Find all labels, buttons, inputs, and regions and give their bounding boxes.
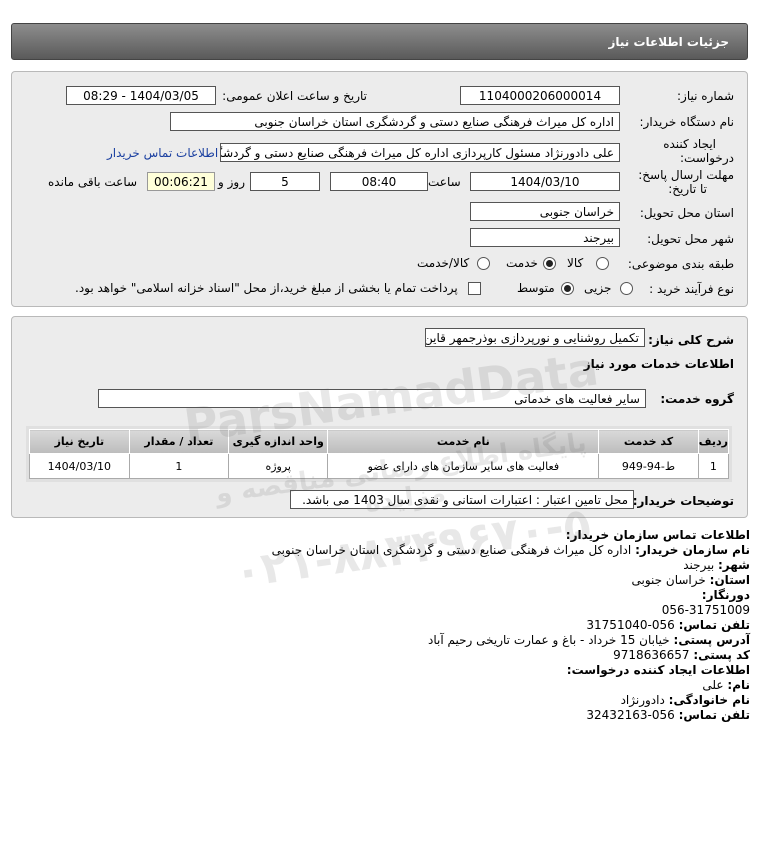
org-address-label: آدرس پستی:	[673, 633, 750, 647]
need-number-field: 1104000206000014	[460, 86, 620, 105]
process-medium-radio[interactable]	[561, 282, 574, 295]
org-name-value: اداره کل میراث فرهنگی صنایع دستی و گردشگ…	[271, 543, 632, 557]
org-phone-label: تلفن تماس:	[678, 618, 750, 632]
org-postal-label: کد پستی:	[693, 648, 750, 662]
announce-date-label: تاریخ و ساعت اعلان عمومی:	[222, 89, 367, 103]
province-field: خراسان جنوبی	[470, 202, 620, 221]
process-type-label: نوع فرآیند خرید :	[649, 282, 734, 296]
category-goods-service-radio[interactable]	[477, 257, 490, 270]
page-header: جزئیات اطلاعات نیاز	[11, 23, 748, 60]
province-label: استان محل تحویل:	[639, 206, 734, 220]
buyer-label: نام دستگاه خریدار:	[639, 115, 735, 129]
org-phone-value: 056-31751040	[586, 618, 675, 632]
process-partial-radio[interactable]	[620, 282, 633, 295]
org-province-row: استان: خراسان جنوبی	[30, 573, 750, 588]
category-goods-label: کالا	[567, 256, 584, 270]
creator-last-name-row: نام خانوادگی: دادورنژاد	[30, 693, 750, 708]
category-goods-service-label: کالا/خدمت	[417, 256, 470, 270]
org-city-row: شهر: بیرجند	[30, 558, 750, 573]
org-name-row: نام سازمان خریدار: اداره کل میراث فرهنگی…	[30, 543, 750, 558]
creator-first-name-label: نام:	[727, 678, 750, 692]
org-postal-row: کد پستی: 9718636657	[30, 648, 750, 663]
services-table: ردیف کد خدمت نام خدمت واحد اندازه گیری ت…	[29, 429, 730, 479]
creator-first-name-row: نام: علی	[30, 678, 750, 693]
buyer-notes-label: توضیحات خریدار:	[632, 494, 734, 508]
category-label: طبقه بندی موضوعی:	[627, 257, 734, 271]
service-group-field: سایر فعالیت های خدماتی	[98, 389, 646, 408]
category-service-radio[interactable]	[543, 257, 556, 270]
buyer-notes-field: محل تامین اعتبار : اعتبارات استانی و نقد…	[290, 490, 634, 509]
creator-phone-value: 056-32432163	[586, 708, 675, 722]
treasury-payment-checkbox[interactable]	[468, 282, 481, 295]
buyer-field: اداره کل میراث فرهنگی صنایع دستی و گردشگ…	[170, 112, 620, 131]
org-fax-value: 056-31751009	[661, 603, 750, 617]
days-field: 5	[250, 172, 320, 191]
buyer-contact-link[interactable]: اطلاعات تماس خریدار	[107, 146, 218, 160]
creator-field: علی دادورنژاد مسئول کارپردازی اداره کل م…	[220, 143, 620, 162]
city-label: شهر محل تحویل:	[647, 232, 734, 246]
announce-date-field: 1404/03/05 - 08:29	[66, 86, 216, 105]
services-section-title: اطلاعات خدمات مورد نیاز	[583, 357, 734, 371]
org-province-value: خراسان جنوبی	[631, 573, 706, 587]
cell-need-date: 1404/03/10	[29, 453, 130, 479]
creator-first-name-value: علی	[702, 678, 724, 692]
cell-quantity: 1	[128, 453, 230, 479]
remaining-time-label: ساعت باقی مانده	[48, 175, 138, 189]
org-province-label: استان:	[709, 573, 750, 587]
category-goods-radio[interactable]	[596, 257, 609, 270]
org-phone-row: تلفن تماس: 056-31751040	[30, 618, 750, 633]
col-quantity: تعداد / مقدار	[128, 429, 230, 454]
contact-info: اطلاعات تماس سازمان خریدار: نام سازمان خ…	[30, 528, 750, 723]
col-row: ردیف	[697, 429, 730, 454]
creator-contact-title: اطلاعات ایجاد کننده درخواست:	[566, 663, 750, 677]
services-table-wrapper: ردیف کد خدمت نام خدمت واحد اندازه گیری ت…	[26, 426, 732, 482]
need-description-field: تکمیل روشنایی و نورپردازی بوذرجمهر قاین	[425, 328, 645, 347]
col-unit: واحد اندازه گیری	[228, 429, 329, 454]
creator-phone-row: تلفن تماس: 056-32432163	[30, 708, 750, 723]
need-description-label: شرح کلی نیاز:	[648, 333, 734, 347]
services-table-header: ردیف کد خدمت نام خدمت واحد اندازه گیری ت…	[29, 429, 730, 454]
org-address-value: خیابان 15 خرداد - باغ و عمارت تاریخی رحی…	[428, 633, 670, 647]
org-city-value: بیرجند	[683, 558, 715, 572]
col-need-date: تاریخ نیاز	[29, 429, 130, 454]
deadline-label-line1: مهلت ارسال پاسخ:	[638, 168, 734, 182]
org-city-label: شهر:	[718, 558, 750, 572]
deadline-label-line2: تا تاریخ:	[668, 182, 707, 196]
table-row: 1 ط-94-949 فعالیت های سایر سازمان های دا…	[29, 453, 730, 479]
process-medium-label: متوسط	[517, 281, 555, 295]
category-service-label: خدمت	[506, 256, 538, 270]
service-group-label: گروه خدمت:	[660, 392, 734, 406]
creator-last-name-value: دادورنژاد	[620, 693, 665, 707]
col-service-code: کد خدمت	[598, 429, 699, 454]
cell-service-code: ط-94-949	[598, 453, 699, 479]
org-name-label: نام سازمان خریدار:	[635, 543, 750, 557]
creator-label-line1: ایجاد کننده	[663, 137, 716, 151]
remaining-time-field: 00:06:21	[147, 172, 215, 191]
cell-service-name: فعالیت های سایر سازمان های دارای عضو	[327, 453, 600, 479]
org-contact-title: اطلاعات تماس سازمان خریدار:	[565, 528, 750, 542]
deadline-time-field: 08:40	[330, 172, 428, 191]
deadline-time-label: ساعت	[428, 175, 461, 189]
days-label: روز و	[218, 175, 245, 189]
need-number-label: شماره نیاز:	[677, 89, 734, 103]
treasury-payment-note: پرداخت تمام یا بخشی از مبلغ خرید،از محل …	[75, 281, 458, 295]
org-address-row: آدرس پستی: خیابان 15 خرداد - باغ و عمارت…	[30, 633, 750, 648]
creator-label-line2: درخواست:	[680, 151, 734, 165]
col-service-name: نام خدمت	[327, 429, 600, 454]
cell-row: 1	[697, 453, 730, 479]
cell-unit: پروژه	[228, 453, 329, 479]
org-postal-value: 9718636657	[613, 648, 690, 662]
creator-phone-label: تلفن تماس:	[678, 708, 750, 722]
page-title: جزئیات اطلاعات نیاز	[608, 35, 729, 49]
creator-last-name-label: نام خانوادگی:	[668, 693, 750, 707]
city-field: بیرجند	[470, 228, 620, 247]
deadline-date-field: 1404/03/10	[470, 172, 620, 191]
process-partial-label: جزیی	[584, 281, 612, 295]
org-fax-row: دورنگار: 056-31751009	[30, 588, 750, 618]
org-fax-label: دورنگار:	[701, 588, 750, 602]
